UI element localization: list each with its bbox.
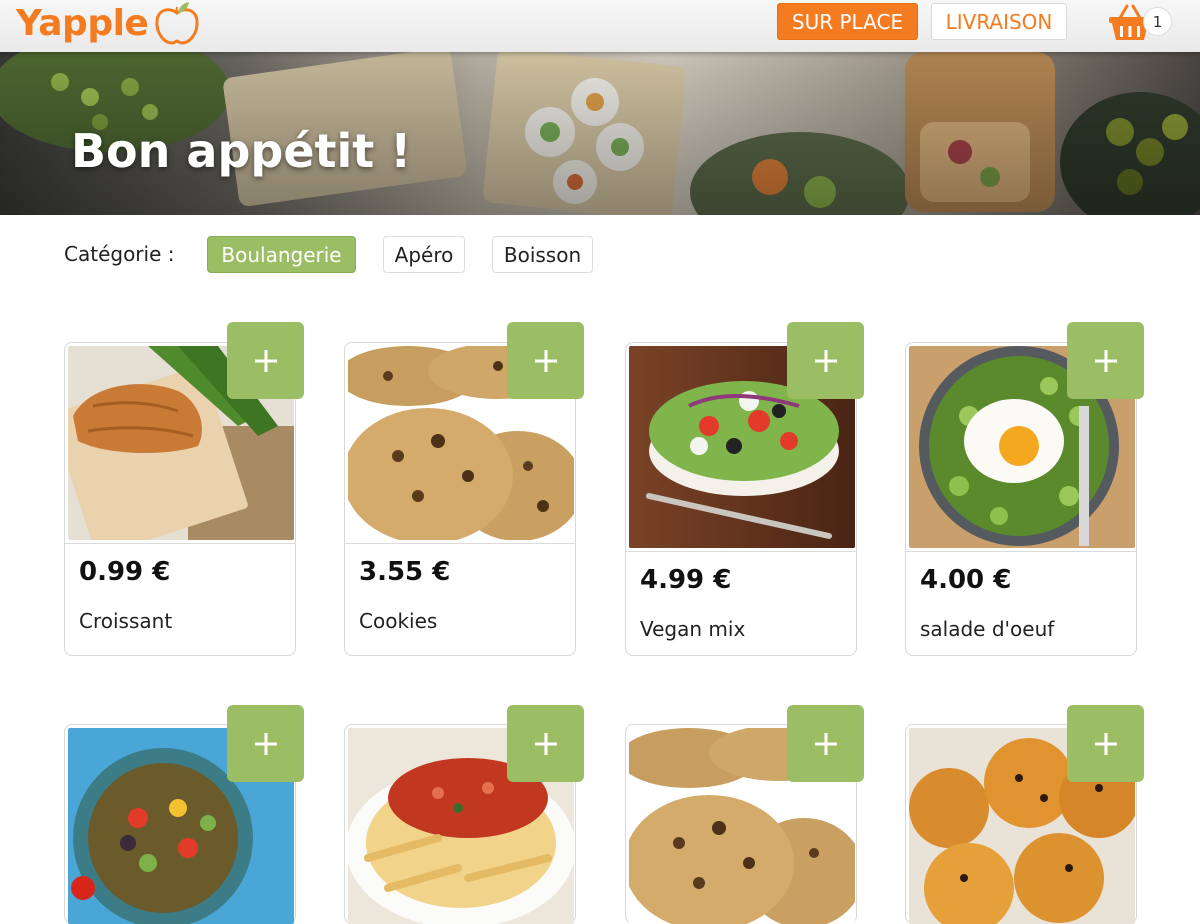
add-to-cart-button[interactable] — [787, 705, 864, 782]
apple-logo-icon — [155, 2, 199, 45]
add-to-cart-button[interactable] — [1067, 705, 1144, 782]
plus-icon — [1094, 349, 1117, 372]
product-price: 0.99 € — [79, 557, 171, 587]
product-name: Cookies — [359, 609, 438, 633]
category-apero[interactable]: Apéro — [383, 236, 465, 273]
product-name: Vegan mix — [640, 617, 746, 641]
card-divider — [626, 551, 856, 552]
category-label: Catégorie : — [64, 242, 175, 266]
hero-banner: Bon appétit ! — [0, 52, 1200, 215]
category-boulangerie[interactable]: Boulangerie — [207, 236, 356, 273]
hero-title: Bon appétit ! — [71, 124, 412, 178]
category-boisson[interactable]: Boisson — [492, 236, 593, 273]
plus-icon — [1094, 732, 1117, 755]
top-header: Yapple SUR PLACE LIVRAISON 1 — [0, 0, 1200, 52]
card-divider — [906, 551, 1136, 552]
plus-icon — [814, 732, 837, 755]
product-price: 4.99 € — [640, 565, 732, 595]
plus-icon — [534, 349, 557, 372]
add-to-cart-button[interactable] — [227, 322, 304, 399]
sur-place-button[interactable]: SUR PLACE — [777, 3, 918, 40]
add-to-cart-button[interactable] — [787, 322, 864, 399]
plus-icon — [534, 732, 557, 755]
card-divider — [65, 543, 295, 544]
add-to-cart-button[interactable] — [507, 705, 584, 782]
brand-logo[interactable]: Yapple — [16, 0, 202, 46]
add-to-cart-button[interactable] — [507, 322, 584, 399]
card-divider — [345, 543, 575, 544]
livraison-button[interactable]: LIVRAISON — [931, 3, 1067, 40]
brand-name: Yapple — [16, 2, 149, 44]
plus-icon — [254, 349, 277, 372]
plus-icon — [254, 732, 277, 755]
add-to-cart-button[interactable] — [227, 705, 304, 782]
plus-icon — [814, 349, 837, 372]
product-name: salade d'oeuf — [920, 617, 1055, 641]
add-to-cart-button[interactable] — [1067, 322, 1144, 399]
product-name: Croissant — [79, 609, 173, 633]
product-price: 3.55 € — [359, 557, 451, 587]
basket-count-badge: 1 — [1143, 7, 1172, 36]
product-price: 4.00 € — [920, 565, 1012, 595]
